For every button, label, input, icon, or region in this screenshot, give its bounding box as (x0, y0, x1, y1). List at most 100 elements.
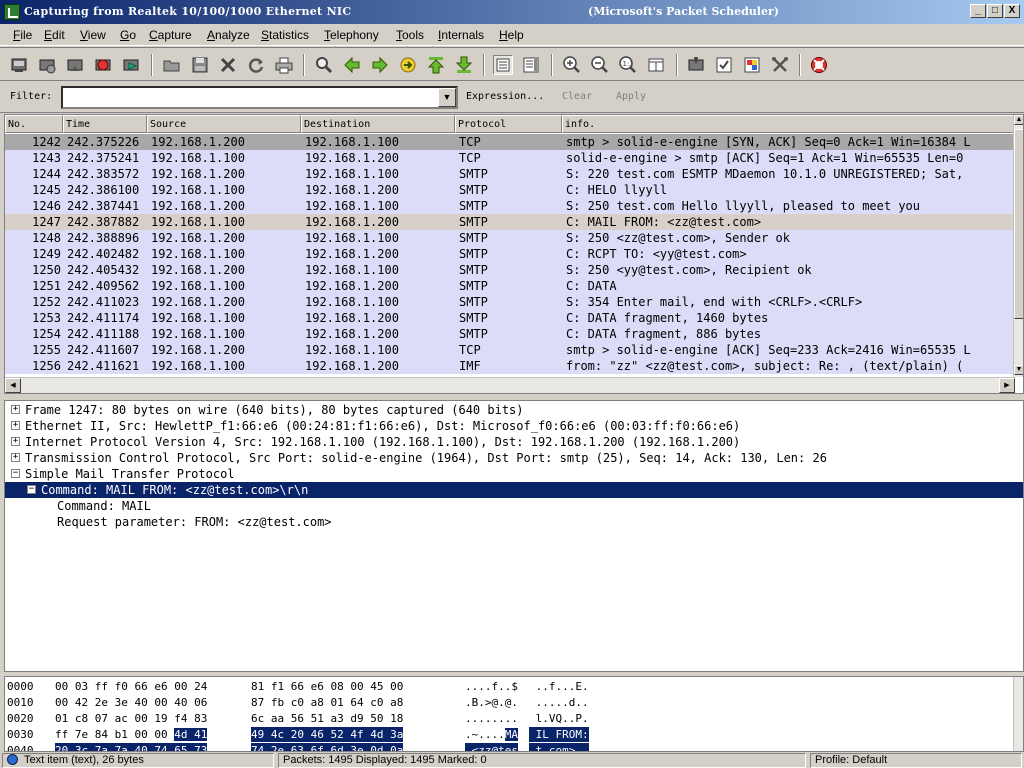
display-filters-icon[interactable] (714, 55, 734, 75)
expand-icon[interactable]: + (11, 437, 20, 446)
column-header-time[interactable]: Time (63, 115, 147, 133)
zoom-in-icon[interactable] (562, 55, 582, 75)
wireshark-app-icon[interactable] (4, 4, 20, 20)
menu-file[interactable]: File (13, 28, 32, 42)
menu-capture[interactable]: Capture (149, 28, 192, 42)
packet-row[interactable]: 1245 242.386100 192.168.1.100 192.168.1.200… (5, 182, 1015, 198)
menu-internals[interactable]: Internals (438, 28, 484, 42)
detail-tree-item[interactable]: Command: MAIL (5, 498, 1023, 514)
packet-list-vertical-scrollbar[interactable]: ▲ ▼ (1013, 115, 1023, 377)
filter-input[interactable] (61, 86, 458, 109)
scroll-right-arrow[interactable]: ▶ (999, 378, 1015, 393)
expand-icon[interactable]: + (11, 421, 20, 430)
clear-button[interactable]: Clear (562, 91, 592, 102)
auto-scroll-icon[interactable] (521, 55, 541, 75)
packet-details-tree[interactable]: + Frame 1247: 80 bytes on wire (640 bits)… (4, 400, 1024, 672)
column-header-info[interactable]: info. (562, 115, 1015, 133)
expand-icon[interactable]: + (11, 405, 20, 414)
detail-tree-item[interactable]: + Internet Protocol Version 4, Src: 192.1… (5, 434, 1023, 450)
close-file-icon[interactable] (218, 55, 238, 75)
zoom-out-icon[interactable] (590, 55, 610, 75)
resize-columns-icon[interactable] (646, 55, 666, 75)
packet-row[interactable]: 1248 242.388896 192.168.1.200 192.168.1.100… (5, 230, 1015, 246)
menu-statistics[interactable]: Statistics (261, 28, 309, 42)
open-file-icon[interactable] (162, 55, 182, 75)
packet-row[interactable]: 1256 242.411621 192.168.1.100 192.168.1.200… (5, 358, 1015, 374)
packet-row[interactable]: 1249 242.402482 192.168.1.100 192.168.1.200… (5, 246, 1015, 262)
bytes-vertical-scrollbar[interactable] (1013, 677, 1023, 751)
scroll-up-arrow[interactable]: ▲ (1014, 115, 1023, 125)
column-header-no[interactable]: No. (5, 115, 63, 133)
packet-row[interactable]: 1242 242.375226 192.168.1.200 192.168.1.100… (5, 134, 1015, 150)
go-last-packet-icon[interactable] (454, 55, 474, 75)
packet-row[interactable]: 1244 242.383572 192.168.1.200 192.168.1.100… (5, 166, 1015, 182)
detail-tree-label: Command: MAIL (57, 499, 151, 513)
coloring-rules-icon[interactable] (742, 55, 762, 75)
packet-list[interactable]: No. Time Source Destination Protocol inf… (4, 114, 1024, 394)
detail-tree-item[interactable]: + Transmission Control Protocol, Src Port… (5, 450, 1023, 466)
menu-help[interactable]: Help (499, 28, 524, 42)
packet-cell-src: 192.168.1.200 (151, 231, 245, 245)
scroll-thumb[interactable] (1014, 129, 1023, 319)
menu-tools[interactable]: Tools (396, 28, 424, 42)
stop-capture-icon[interactable] (93, 55, 113, 75)
packet-list-horizontal-scrollbar[interactable]: ◀ ▶ (5, 377, 1015, 393)
menu-bar: File Edit View Go Capture Analyze Statis… (0, 24, 1024, 46)
menu-view[interactable]: View (80, 28, 106, 42)
go-forward-icon[interactable] (370, 55, 390, 75)
detail-tree-item[interactable]: − Command: MAIL FROM: <zz@test.com>\r\n (5, 482, 1023, 498)
packet-row[interactable]: 1250 242.405432 192.168.1.200 192.168.1.100… (5, 262, 1015, 278)
packet-bytes-pane[interactable]: 0000 00 03 ff f0 66 e6 00 24 81 f1 66 e6 0… (4, 676, 1024, 752)
status-profile[interactable]: Profile: Default (810, 753, 1022, 768)
reload-icon[interactable] (246, 55, 266, 75)
detail-tree-item[interactable]: + Frame 1247: 80 bytes on wire (640 bits)… (5, 402, 1023, 418)
packet-row[interactable]: 1243 242.375241 192.168.1.100 192.168.1.200… (5, 150, 1015, 166)
collapse-icon[interactable]: − (11, 469, 20, 478)
collapse-icon[interactable]: − (27, 485, 36, 494)
preferences-icon[interactable] (770, 55, 790, 75)
column-header-destination[interactable]: Destination (301, 115, 455, 133)
minimize-button[interactable]: _ (970, 4, 986, 18)
scroll-left-arrow[interactable]: ◀ (5, 378, 21, 393)
interfaces-icon[interactable] (9, 55, 29, 75)
packet-row[interactable]: 1251 242.409562 192.168.1.100 192.168.1.200… (5, 278, 1015, 294)
menu-go[interactable]: Go (120, 28, 136, 42)
maximize-button[interactable]: □ (987, 4, 1003, 18)
packet-row[interactable]: 1252 242.411023 192.168.1.200 192.168.1.100… (5, 294, 1015, 310)
detail-tree-item[interactable]: + Ethernet II, Src: HewlettP_f1:66:e6 (00… (5, 418, 1023, 434)
go-first-packet-icon[interactable] (426, 55, 446, 75)
colorize-icon[interactable] (493, 55, 513, 75)
filter-dropdown-button[interactable]: ▼ (438, 88, 456, 107)
menu-telephony[interactable]: Telephony (324, 28, 379, 42)
detail-tree-item[interactable]: Request parameter: FROM: <zz@test.com> (5, 514, 1023, 530)
apply-button[interactable]: Apply (616, 91, 646, 102)
help-icon[interactable] (809, 55, 829, 75)
options-icon[interactable] (37, 55, 57, 75)
expression-button[interactable]: Expression... (466, 91, 544, 102)
packet-row[interactable]: 1254 242.411188 192.168.1.100 192.168.1.200… (5, 326, 1015, 342)
column-header-source[interactable]: Source (147, 115, 301, 133)
packet-cell-time: 242.388896 (67, 231, 140, 245)
scroll-down-arrow[interactable]: ▼ (1014, 365, 1023, 375)
detail-tree-item[interactable]: − Simple Mail Transfer Protocol (5, 466, 1023, 482)
packet-cell-src: 192.168.1.200 (151, 167, 245, 181)
find-packet-icon[interactable] (314, 55, 334, 75)
zoom-normal-icon[interactable]: 1:1 (618, 55, 638, 75)
packet-row[interactable]: 1247 242.387882 192.168.1.100 192.168.1.200… (5, 214, 1015, 230)
save-file-icon[interactable] (190, 55, 210, 75)
column-header-protocol[interactable]: Protocol (455, 115, 562, 133)
print-icon[interactable] (274, 55, 294, 75)
go-back-icon[interactable] (342, 55, 362, 75)
packet-row[interactable]: 1246 242.387441 192.168.1.200 192.168.1.100… (5, 198, 1015, 214)
start-capture-icon[interactable] (65, 55, 85, 75)
capture-filters-icon[interactable] (686, 55, 706, 75)
go-to-packet-icon[interactable] (398, 55, 418, 75)
packet-row[interactable]: 1255 242.411607 192.168.1.200 192.168.1.100… (5, 342, 1015, 358)
packet-row[interactable]: 1253 242.411174 192.168.1.100 192.168.1.200… (5, 310, 1015, 326)
restart-capture-icon[interactable] (121, 55, 141, 75)
menu-analyze[interactable]: Analyze (207, 28, 250, 42)
menu-edit[interactable]: Edit (44, 28, 65, 42)
close-button[interactable]: X (1004, 4, 1020, 18)
expand-icon[interactable]: + (11, 453, 20, 462)
expert-info-icon[interactable] (7, 754, 18, 765)
